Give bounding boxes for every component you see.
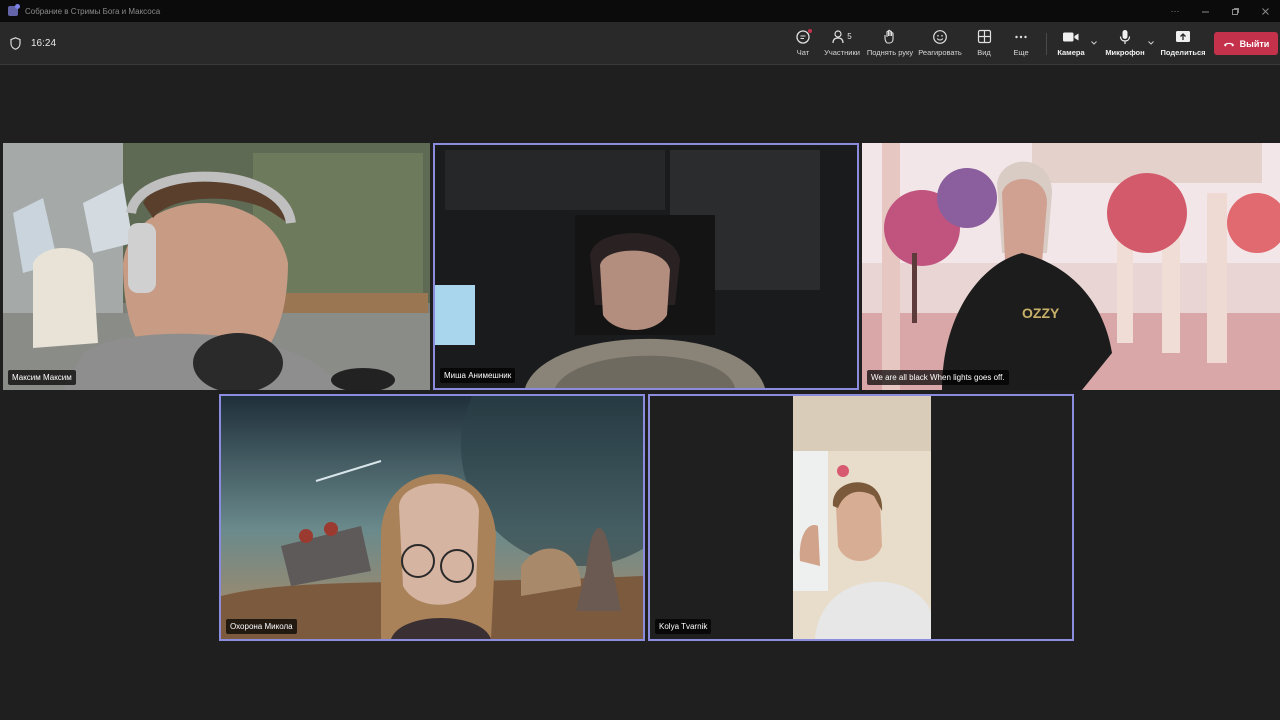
window-title: Собрание в Стримы Бога и Максоса xyxy=(25,6,161,16)
window-controls: ··· xyxy=(1160,0,1280,22)
unread-dot xyxy=(808,29,812,33)
raise-hand-button[interactable]: Поднять руку xyxy=(866,28,914,60)
share-label: Поделиться xyxy=(1160,48,1206,57)
meeting-timer: 16:24 xyxy=(31,38,57,49)
svg-text:OZZY: OZZY xyxy=(1022,305,1060,321)
view-button[interactable]: Вид xyxy=(972,28,996,60)
participant-video xyxy=(3,143,430,390)
microphone-options-chevron-down-icon[interactable] xyxy=(1147,39,1155,47)
video-tile-5[interactable]: Kolya Tvarnik xyxy=(648,394,1074,641)
raise-hand-label: Поднять руку xyxy=(866,48,914,57)
leave-button[interactable]: Выйти xyxy=(1214,32,1278,55)
video-tile-3[interactable]: OZZY We are all black When lights goes o… xyxy=(862,143,1280,390)
participants-label: Участники xyxy=(824,48,860,57)
participant-video xyxy=(221,396,643,639)
microphone-label: Микрофон xyxy=(1105,48,1145,57)
chat-icon xyxy=(795,28,812,45)
microphone-icon xyxy=(1118,28,1132,45)
grid-icon xyxy=(977,28,992,45)
microphone-button[interactable]: Микрофон xyxy=(1105,28,1145,60)
more-icon[interactable]: ··· xyxy=(1160,0,1190,22)
participant-name: We are all black When lights goes off. xyxy=(867,370,1009,385)
more-label: Еще xyxy=(1013,48,1029,57)
video-tile-2[interactable]: Миша Анимешник xyxy=(433,143,859,390)
chat-button[interactable]: Чат xyxy=(791,28,815,60)
react-label: Реагировать xyxy=(918,48,962,57)
camera-label: Камера xyxy=(1057,48,1085,57)
share-button[interactable]: Поделиться xyxy=(1160,28,1206,60)
teams-app-icon xyxy=(8,4,20,16)
participants-count: 5 xyxy=(847,32,852,41)
restore-icon[interactable] xyxy=(1220,0,1250,22)
meeting-toolbar: 16:24 Чат 5 Участники Поднять руку Реаги… xyxy=(0,22,1280,65)
participant-name: Максим Максим xyxy=(8,370,76,385)
toolbar-divider xyxy=(1046,33,1047,55)
hand-icon xyxy=(883,28,897,45)
participant-video xyxy=(650,396,1072,639)
shield-icon xyxy=(10,37,21,50)
participant-name: Kolya Tvarnik xyxy=(655,619,712,634)
people-icon: 5 xyxy=(832,28,852,45)
leave-label: Выйти xyxy=(1239,38,1270,49)
participant-video xyxy=(435,145,857,388)
participants-button[interactable]: 5 Участники xyxy=(823,28,861,60)
camera-icon xyxy=(1062,28,1080,45)
camera-options-chevron-down-icon[interactable] xyxy=(1090,39,1098,47)
share-screen-icon xyxy=(1175,28,1191,45)
minimize-icon[interactable] xyxy=(1190,0,1220,22)
view-label: Вид xyxy=(977,48,991,57)
participant-name: Охорона Микола xyxy=(226,619,297,634)
more-button[interactable]: Еще xyxy=(1009,28,1033,60)
participant-video: OZZY xyxy=(862,143,1280,390)
camera-button[interactable]: Камера xyxy=(1056,28,1086,60)
hang-up-icon xyxy=(1223,42,1234,46)
smile-icon xyxy=(932,28,948,45)
chat-label: Чат xyxy=(796,48,810,57)
title-bar: Собрание в Стримы Бога и Максоса ··· xyxy=(0,0,1280,22)
ellipsis-icon xyxy=(1014,28,1028,45)
react-button[interactable]: Реагировать xyxy=(918,28,962,60)
participant-name: Миша Анимешник xyxy=(440,368,516,383)
video-tile-1[interactable]: Максим Максим xyxy=(3,143,430,390)
video-tile-4[interactable]: Охорона Микола xyxy=(219,394,645,641)
close-icon[interactable] xyxy=(1250,0,1280,22)
